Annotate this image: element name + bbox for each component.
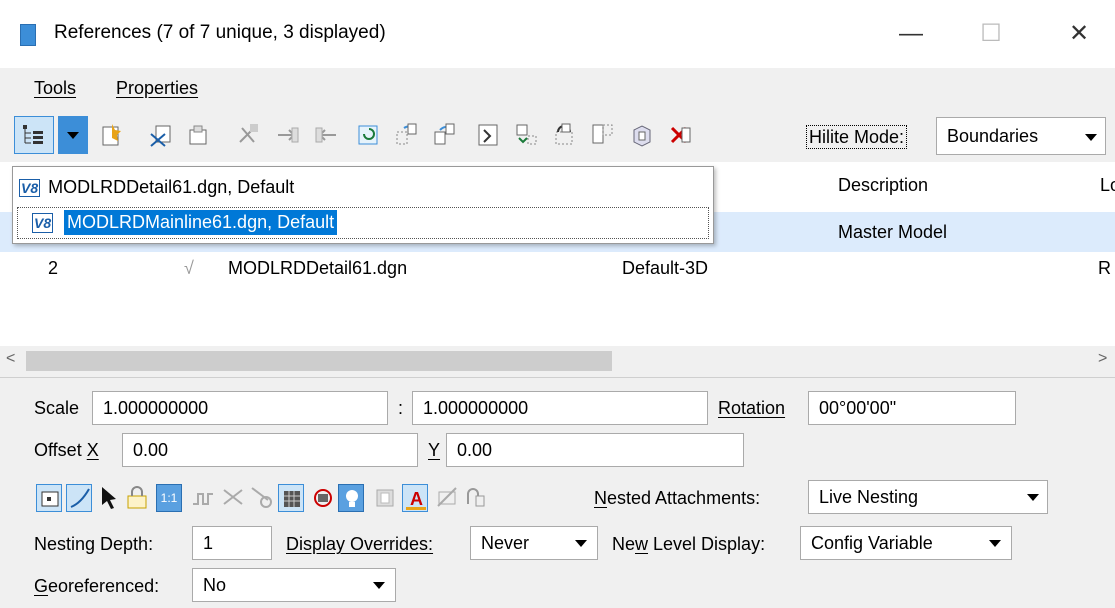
display-overrides-label: Display Overrides: (286, 534, 434, 554)
scale-icon[interactable] (394, 122, 418, 148)
hole-icon[interactable] (630, 122, 654, 148)
chevron-down-icon (67, 132, 79, 139)
hilite-mode-label: Hilite Mode: (806, 125, 908, 149)
rotate-icon[interactable] (356, 122, 380, 148)
hilite-mode-value: Boundaries (947, 126, 1039, 146)
exchange-icon[interactable] (236, 122, 260, 148)
clip-front-icon[interactable] (220, 484, 246, 512)
nesting-icon[interactable] (462, 484, 488, 512)
reload-icon[interactable] (186, 122, 210, 148)
dropdown-item-label: MODLRDMainline61.dgn, Default (64, 210, 338, 235)
chevron-down-icon (575, 540, 587, 547)
scroll-thumb[interactable] (26, 351, 612, 371)
minimize-button[interactable]: — (886, 14, 936, 54)
window-title: References (7 of 7 unique, 3 displayed) (54, 22, 386, 43)
dropdown-item-label: MODLRDDetail61.dgn, Default (48, 177, 295, 197)
nesting-depth-field[interactable]: 1 (192, 526, 272, 560)
detach-icon[interactable] (148, 122, 172, 148)
scroll-right-button[interactable]: > (1098, 350, 1107, 368)
move-icon[interactable] (276, 122, 300, 148)
row-2-model: Default-3D (622, 258, 709, 278)
georeferenced-select[interactable]: No (192, 568, 396, 602)
tree-view-button[interactable] (14, 116, 54, 154)
rotation-field[interactable]: 00°00'00" (808, 391, 1016, 425)
mirror-horizontal-icon[interactable] (432, 122, 456, 148)
model-dropdown[interactable]: V8 MODLRDDetail61.dgn, Default V8 MODLRD… (12, 166, 714, 244)
offset-label: Offset X (34, 440, 99, 460)
nested-attachments-select[interactable]: Live Nesting (808, 480, 1048, 514)
row-2-file: MODLRDDetail61.dgn (228, 258, 408, 278)
menu-tools[interactable]: Tools (34, 78, 76, 99)
nesting-depth-label: Nesting Depth: (34, 534, 154, 554)
lock-icon[interactable] (124, 484, 150, 512)
scale-label: Scale (34, 398, 80, 418)
row-2-display-check[interactable]: √ (184, 258, 194, 279)
ignore-attachment-icon[interactable] (434, 484, 460, 512)
rotation-label: Rotation (718, 398, 786, 418)
true-scale-icon[interactable]: 1:1 (156, 484, 182, 512)
scroll-left-button[interactable]: < (6, 350, 15, 368)
display-overrides-select[interactable]: Never (470, 526, 598, 560)
chevron-down-icon (989, 540, 1001, 547)
chevron-down-icon (1085, 134, 1097, 141)
tree-view-icon (23, 125, 43, 144)
model-3d-icon[interactable] (668, 122, 692, 148)
mirror-vertical-icon[interactable] (476, 122, 500, 148)
svg-text:A: A (410, 489, 423, 509)
scale-separator: : (398, 398, 404, 418)
attach-icon[interactable] (100, 122, 124, 148)
render-icon[interactable] (372, 484, 398, 512)
column-header-description[interactable]: Description (838, 175, 928, 196)
clip-delete-icon[interactable] (590, 122, 614, 148)
copy-icon[interactable] (314, 122, 338, 148)
tree-view-dropdown[interactable] (58, 116, 88, 154)
display-toggle-icon[interactable] (36, 484, 62, 512)
scale-master-field[interactable]: 1.000000000 (92, 391, 388, 425)
menu-properties[interactable]: Properties (116, 78, 198, 99)
nested-attachments-label: Nested Attachments: (594, 488, 761, 508)
chevron-down-icon (373, 582, 385, 589)
hilite-mode-select[interactable]: Boundaries (936, 117, 1106, 155)
clip-boundary-icon[interactable] (514, 122, 538, 148)
divider (0, 377, 1115, 378)
georeferenced-label: Georeferenced: (34, 576, 160, 596)
v8-file-icon: V8 (32, 213, 54, 233)
v8-file-icon: V8 (19, 179, 41, 197)
text-color-icon[interactable]: A (402, 484, 428, 512)
offset-x-field[interactable]: 0.00 (122, 433, 418, 467)
scale-reference-field[interactable]: 1.000000000 (412, 391, 708, 425)
snap-icon[interactable] (66, 484, 92, 512)
app-icon (20, 24, 36, 46)
maximize-button[interactable]: ☐ (966, 14, 1016, 54)
new-level-display-label: New Level Display: (612, 534, 766, 554)
new-level-display-select[interactable]: Config Variable (800, 526, 1012, 560)
offset-y-field[interactable]: 0.00 (446, 433, 744, 467)
dropdown-item-selected[interactable]: V8 MODLRDMainline61.dgn, Default (17, 207, 709, 239)
column-header-logical[interactable]: Lo (1100, 175, 1115, 196)
line-style-icon[interactable] (190, 484, 216, 512)
dropdown-item[interactable]: V8 MODLRDDetail61.dgn, Default (19, 177, 294, 198)
row-2-slot: 2 (48, 258, 59, 278)
clip-mask-icon[interactable] (552, 122, 576, 148)
locate-icon[interactable] (96, 484, 122, 512)
no-display-icon[interactable] (310, 484, 336, 512)
row-2-logical: R (1098, 258, 1111, 278)
clip-back-icon[interactable] (248, 484, 274, 512)
offset-y-label: Y (428, 440, 441, 460)
close-button[interactable]: ✕ (1054, 14, 1104, 54)
chevron-down-icon (1027, 494, 1039, 501)
grid-icon[interactable] (278, 484, 304, 512)
lights-icon[interactable] (338, 484, 364, 512)
row-1-description: Master Model (838, 222, 948, 242)
